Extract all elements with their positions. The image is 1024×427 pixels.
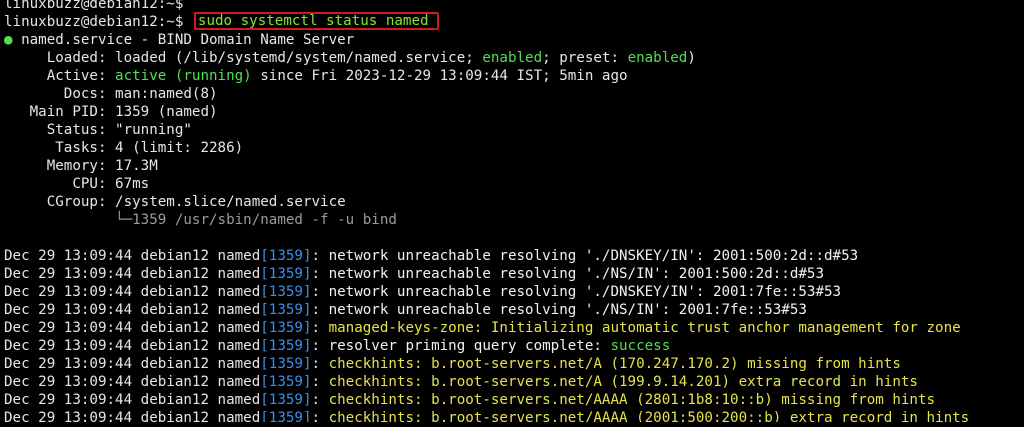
- log-prefix: Dec 29 13:09:44 debian12 named: [4, 302, 261, 318]
- cpu-line: CPU: 67ms: [4, 176, 150, 192]
- log-message: network unreachable resolving './NS/IN':…: [328, 302, 807, 318]
- tasks-line: Tasks: 4 (limit: 2286): [4, 140, 244, 156]
- log-message: checkhints: b.root-servers.net/A (199.9.…: [328, 374, 918, 390]
- log-line: Dec 29 13:09:44 debian12 named[1359]: ne…: [4, 301, 1024, 319]
- log-line: Dec 29 13:09:44 debian12 named[1359]: ch…: [4, 373, 1024, 391]
- log-pid: [1359]: [260, 374, 312, 390]
- log-prefix: Dec 29 13:09:44 debian12 named: [4, 284, 261, 300]
- preset-text: ; preset:: [542, 50, 628, 66]
- main-pid-line: Main PID: 1359 (named): [4, 104, 218, 120]
- terminal-window[interactable]: linuxbuzz@debian12:~$ linuxbuzz@debian12…: [0, 0, 1024, 422]
- active-label: Active:: [4, 68, 116, 84]
- log-pid: [1359]: [260, 410, 312, 422]
- log-message: network unreachable resolving './DNSKEY/…: [328, 248, 859, 264]
- log-message: checkhints: b.root-servers.net/A (170.24…: [328, 356, 901, 372]
- log-separator: :: [311, 302, 329, 318]
- log-line: Dec 29 13:09:44 debian12 named[1359]: ch…: [4, 355, 1024, 373]
- memory-line: Memory: 17.3M: [4, 158, 158, 174]
- log-prefix: Dec 29 13:09:44 debian12 named: [4, 374, 261, 390]
- active-since: since Fri 2023-12-29 13:09:44 IST; 5min …: [251, 68, 628, 84]
- log-pid: [1359]: [260, 284, 312, 300]
- log-message: network unreachable resolving './NS/IN':…: [328, 266, 825, 282]
- log-separator: :: [311, 338, 329, 354]
- log-separator: :: [311, 392, 329, 408]
- log-separator: :: [311, 320, 329, 336]
- loaded-label: Loaded:: [4, 50, 116, 66]
- log-success-status: success: [610, 338, 671, 354]
- close-paren: ): [687, 50, 696, 66]
- active-status: active (running): [115, 68, 252, 84]
- log-line: Dec 29 13:09:44 debian12 named[1359]: ne…: [4, 283, 1024, 301]
- log-pid: [1359]: [260, 392, 312, 408]
- log-separator: :: [311, 356, 329, 372]
- log-separator: :: [311, 410, 329, 422]
- service-title-line: ● named.service - BIND Domain Name Serve…: [4, 31, 1024, 49]
- log-prefix: Dec 29 13:09:44 debian12 named: [4, 338, 261, 354]
- log-prefix: Dec 29 13:09:44 debian12 named: [4, 392, 261, 408]
- cgroup-child-line: └─1359 /usr/sbin/named -f -u bind: [4, 212, 397, 228]
- log-message: managed-keys-zone: Initializing automati…: [328, 320, 961, 336]
- loaded-line: Loaded: loaded (/lib/systemd/system/name…: [4, 49, 1024, 67]
- command-text: sudo systemctl status named: [197, 13, 429, 29]
- preset-status: enabled: [627, 50, 688, 66]
- log-message: network unreachable resolving './DNSKEY/…: [328, 284, 842, 300]
- shell-prompt: linuxbuzz@debian12:~$: [4, 14, 192, 30]
- log-separator: :: [311, 284, 329, 300]
- service-title: named.service - BIND Domain Name Server: [12, 32, 355, 48]
- log-message: checkhints: b.root-servers.net/AAAA (280…: [328, 392, 936, 408]
- log-separator: :: [311, 266, 329, 282]
- journal-log: Dec 29 13:09:44 debian12 named[1359]: ne…: [4, 247, 1024, 422]
- docs-line: Docs: man:named(8): [4, 86, 218, 102]
- prompt-line-2: linuxbuzz@debian12:~$ sudo systemctl sta…: [4, 12, 1024, 31]
- log-message: resolver priming query complete:: [328, 338, 611, 354]
- log-prefix: Dec 29 13:09:44 debian12 named: [4, 410, 261, 422]
- log-pid: [1359]: [260, 356, 312, 372]
- log-line: Dec 29 13:09:44 debian12 named[1359]: ne…: [4, 247, 1024, 265]
- log-message: checkhints: b.root-servers.net/AAAA (200…: [328, 410, 970, 422]
- log-pid: [1359]: [260, 248, 312, 264]
- active-line: Active: active (running) since Fri 2023-…: [4, 67, 1024, 85]
- status-dot-icon: ●: [4, 32, 13, 48]
- log-line: Dec 29 13:09:44 debian12 named[1359]: ch…: [4, 391, 1024, 409]
- enabled-status: enabled: [482, 50, 543, 66]
- log-prefix: Dec 29 13:09:44 debian12 named: [4, 356, 261, 372]
- log-pid: [1359]: [260, 338, 312, 354]
- log-prefix: Dec 29 13:09:44 debian12 named: [4, 266, 261, 282]
- log-line: Dec 29 13:09:44 debian12 named[1359]: ne…: [4, 265, 1024, 283]
- command-highlight-box: sudo systemctl status named: [193, 12, 439, 30]
- shell-prompt: linuxbuzz@debian12:~$: [4, 0, 184, 12]
- log-separator: :: [311, 374, 329, 390]
- log-pid: [1359]: [260, 266, 312, 282]
- log-line: Dec 29 13:09:44 debian12 named[1359]: re…: [4, 337, 1024, 355]
- status-line: Status: "running": [4, 122, 192, 138]
- cgroup-line: CGroup: /system.slice/named.service: [4, 194, 346, 210]
- log-prefix: Dec 29 13:09:44 debian12 named: [4, 320, 261, 336]
- loaded-value: loaded (/lib/systemd/system/named.servic…: [115, 50, 483, 66]
- log-prefix: Dec 29 13:09:44 debian12 named: [4, 248, 261, 264]
- log-separator: :: [311, 248, 329, 264]
- log-line: Dec 29 13:09:44 debian12 named[1359]: ma…: [4, 319, 1024, 337]
- log-pid: [1359]: [260, 320, 312, 336]
- log-line: Dec 29 13:09:44 debian12 named[1359]: ch…: [4, 409, 1024, 422]
- prompt-line-1: linuxbuzz@debian12:~$: [4, 0, 1024, 13]
- log-pid: [1359]: [260, 302, 312, 318]
